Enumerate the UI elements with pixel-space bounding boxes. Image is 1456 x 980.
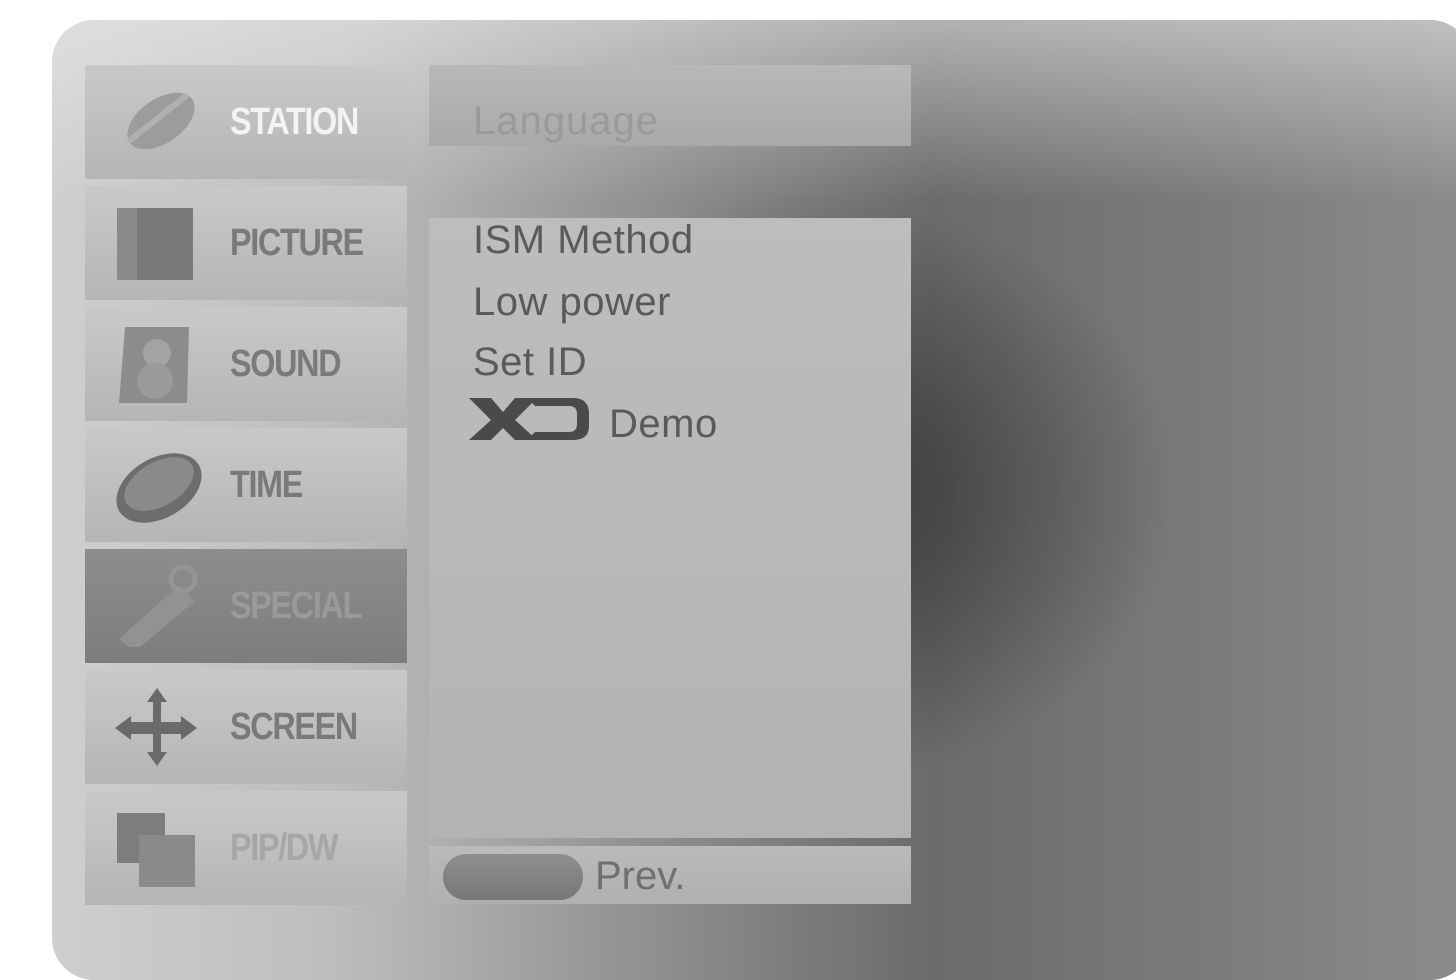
prev-label: Prev.	[595, 854, 686, 898]
picture-icon	[117, 208, 193, 280]
category-menu: STATION PICTURE SOUND TIME SPECIAL SCREE…	[85, 65, 407, 912]
menu-key-button-icon[interactable]	[443, 854, 583, 900]
menu-item-label: TIME	[230, 464, 303, 506]
option-ism-method[interactable]: ISM Method	[473, 218, 694, 263]
menu-item-pipdw[interactable]: PIP/DW	[85, 791, 407, 905]
tv-osd-menu: STATION PICTURE SOUND TIME SPECIAL SCREE…	[52, 20, 1456, 980]
menu-item-label: SPECIAL	[230, 585, 362, 627]
menu-item-screen[interactable]: SCREEN	[85, 670, 407, 784]
submenu-options: ISM Method Low power Set ID Demo	[429, 218, 911, 838]
menu-item-label: SCREEN	[230, 706, 358, 748]
antenna-icon	[127, 92, 195, 150]
speaker-icon	[119, 327, 189, 403]
clock-icon	[116, 453, 202, 523]
menu-item-label: STATION	[230, 101, 359, 143]
key-icon	[119, 565, 198, 647]
menu-item-time[interactable]: TIME	[85, 428, 407, 542]
menu-item-label: PICTURE	[230, 222, 364, 264]
option-low-power[interactable]: Low power	[473, 280, 671, 325]
menu-item-special[interactable]: SPECIAL	[85, 549, 407, 663]
move-arrows-icon	[115, 688, 197, 766]
menu-item-station[interactable]: STATION	[85, 65, 407, 179]
xd-logo	[469, 398, 589, 440]
menu-item-label: SOUND	[230, 343, 342, 385]
submenu-title: Language	[473, 99, 659, 143]
menu-item-label: PIP/DW	[230, 827, 338, 869]
pip-icon	[117, 813, 195, 887]
menu-item-sound[interactable]: SOUND	[85, 307, 407, 421]
menu-item-picture[interactable]: PICTURE	[85, 186, 407, 300]
submenu-header[interactable]: Language	[429, 65, 911, 146]
submenu-footer: Prev.	[429, 846, 911, 904]
option-xd-demo[interactable]: Demo	[609, 402, 718, 447]
option-set-id[interactable]: Set ID	[473, 340, 587, 385]
